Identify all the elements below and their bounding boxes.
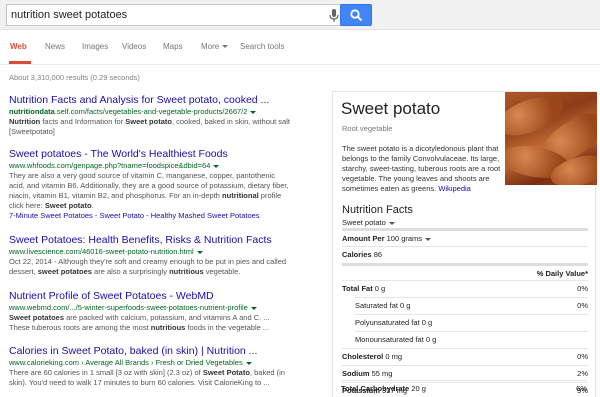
active-tab-indicator bbox=[9, 61, 31, 64]
nutrition-facts-title: Nutrition Facts bbox=[342, 204, 413, 216]
tab-images[interactable]: Images bbox=[82, 42, 108, 51]
search-result: Nutrition Facts and Analysis for Sweet p… bbox=[9, 94, 291, 137]
search-input[interactable]: nutrition sweet potatoes bbox=[6, 4, 348, 26]
wikipedia-link[interactable]: Wikipedia bbox=[438, 184, 471, 193]
search-result: Nutrient Profile of Sweet Potatoes - Web… bbox=[9, 290, 291, 333]
result-snippet: Nutrition facts and Information for Swee… bbox=[9, 117, 290, 136]
result-url: www.webmd.com/.../5-winter-superfoods-sw… bbox=[9, 303, 291, 313]
result-sitelinks[interactable]: 7-Minute Sweet Potatoes - Sweet Potato -… bbox=[9, 211, 291, 221]
sweet-potato-image[interactable] bbox=[505, 92, 597, 185]
nutrient-row: Polyunsaturated fat 0 g bbox=[355, 314, 588, 331]
microphone-icon[interactable] bbox=[327, 8, 341, 23]
result-snippet: There are 60 calories in 1 small [3 oz w… bbox=[9, 368, 285, 387]
result-snippet: They are also a very good source of vita… bbox=[9, 171, 289, 210]
result-url: www.whfoods.com/genpage.php?tname=foodsp… bbox=[9, 161, 291, 171]
knowledge-panel: Sweet potato Root vegetable The sweet po… bbox=[332, 91, 597, 397]
chevron-down-icon bbox=[222, 45, 229, 49]
url-menu-arrow-icon[interactable] bbox=[213, 164, 220, 168]
url-menu-arrow-icon[interactable] bbox=[250, 306, 257, 310]
top-bar: nutrition sweet potatoes bbox=[0, 0, 600, 30]
url-menu-arrow-icon[interactable] bbox=[245, 361, 252, 365]
result-title-link[interactable]: Nutrient Profile of Sweet Potatoes - Web… bbox=[9, 290, 291, 303]
result-url: www.calorieking.com › Average All Brands… bbox=[9, 358, 291, 368]
nutrient-row: Saturated fat 0 g 0% bbox=[355, 297, 588, 314]
chevron-down-icon bbox=[425, 237, 432, 241]
search-icon bbox=[350, 9, 363, 22]
panel-description: The sweet potato is a dicotyledonous pla… bbox=[342, 144, 501, 193]
tab-maps[interactable]: Maps bbox=[163, 42, 183, 51]
amount-per-row[interactable]: Amount Per 100 grams bbox=[342, 228, 588, 245]
panel-title: Sweet potato bbox=[341, 99, 441, 118]
nutrient-row: Cholesterol 0 mg 0% bbox=[342, 348, 588, 365]
tab-more[interactable]: More bbox=[201, 42, 229, 51]
daily-value-header: % Daily Value* bbox=[342, 263, 588, 280]
calories-row: Calories 86 bbox=[342, 246, 588, 263]
result-url: www.livescience.com/46016-sweet-potato-n… bbox=[9, 247, 291, 257]
tab-more-label: More bbox=[201, 42, 220, 51]
tab-search-tools[interactable]: Search tools bbox=[240, 42, 284, 51]
result-snippet: Sweet potatoes are packed with calcium, … bbox=[9, 313, 270, 332]
tab-videos[interactable]: Videos bbox=[122, 42, 146, 51]
result-snippet: Oct 22, 2014 - Although they're soft and… bbox=[9, 257, 287, 276]
search-result: Sweet Potatoes: Health Benefits, Risks &… bbox=[9, 234, 291, 277]
url-menu-arrow-icon[interactable] bbox=[196, 250, 203, 254]
result-title-link[interactable]: Sweet potatoes - The World's Healthiest … bbox=[9, 148, 291, 161]
food-selector[interactable]: Sweet potato bbox=[342, 218, 395, 227]
result-stats: About 3,310,000 results (0.29 seconds) bbox=[9, 73, 140, 82]
panel-subtitle: Root vegetable bbox=[342, 124, 393, 133]
url-menu-arrow-icon[interactable] bbox=[250, 110, 257, 114]
nutrient-row: Total Carbohydrate 20 g 6% bbox=[341, 380, 587, 397]
result-title-link[interactable]: Sweet Potatoes: Health Benefits, Risks &… bbox=[9, 234, 291, 247]
nutrient-row: Monounsaturated fat 0 g bbox=[355, 331, 588, 348]
search-result: Sweet potatoes - The World's Healthiest … bbox=[9, 148, 291, 221]
search-result: Calories in Sweet Potato, baked (in skin… bbox=[9, 345, 291, 388]
tab-news[interactable]: News bbox=[45, 42, 65, 51]
search-query-text: nutrition sweet potatoes bbox=[11, 9, 128, 21]
search-tabs: Web News Images Videos Maps More Search … bbox=[0, 30, 600, 65]
nutrient-row: Total Fat 0 g 0% bbox=[342, 280, 588, 297]
search-button[interactable] bbox=[340, 4, 372, 26]
result-url: nutritiondata.self.com/facts/vegetables-… bbox=[9, 107, 291, 117]
chevron-down-icon bbox=[388, 221, 395, 225]
result-title-link[interactable]: Nutrition Facts and Analysis for Sweet p… bbox=[9, 94, 291, 107]
tab-web[interactable]: Web bbox=[10, 42, 27, 51]
result-title-link[interactable]: Calories in Sweet Potato, baked (in skin… bbox=[9, 345, 291, 358]
